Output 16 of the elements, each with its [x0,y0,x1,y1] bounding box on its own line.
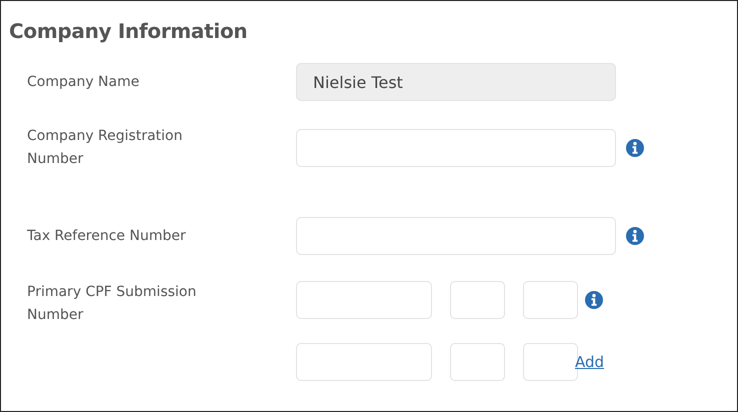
add-link[interactable]: Add [575,343,737,381]
field-label: Company Name [27,72,140,92]
info-icon[interactable] [626,139,644,157]
input-field[interactable] [296,281,432,319]
input-field[interactable] [450,343,505,381]
input-field[interactable] [296,129,616,167]
section-title: Company Information [9,19,248,43]
input-field[interactable] [450,281,505,319]
field-label: Primary CPF Submission Number [27,283,198,325]
input-field[interactable] [296,343,432,381]
input-field[interactable] [296,217,616,255]
field-label: Company Registration Number [27,127,184,169]
input-field[interactable] [523,281,578,319]
info-icon[interactable] [626,227,644,245]
field-label: Tax Reference Number [27,226,187,246]
info-icon[interactable] [585,291,603,309]
